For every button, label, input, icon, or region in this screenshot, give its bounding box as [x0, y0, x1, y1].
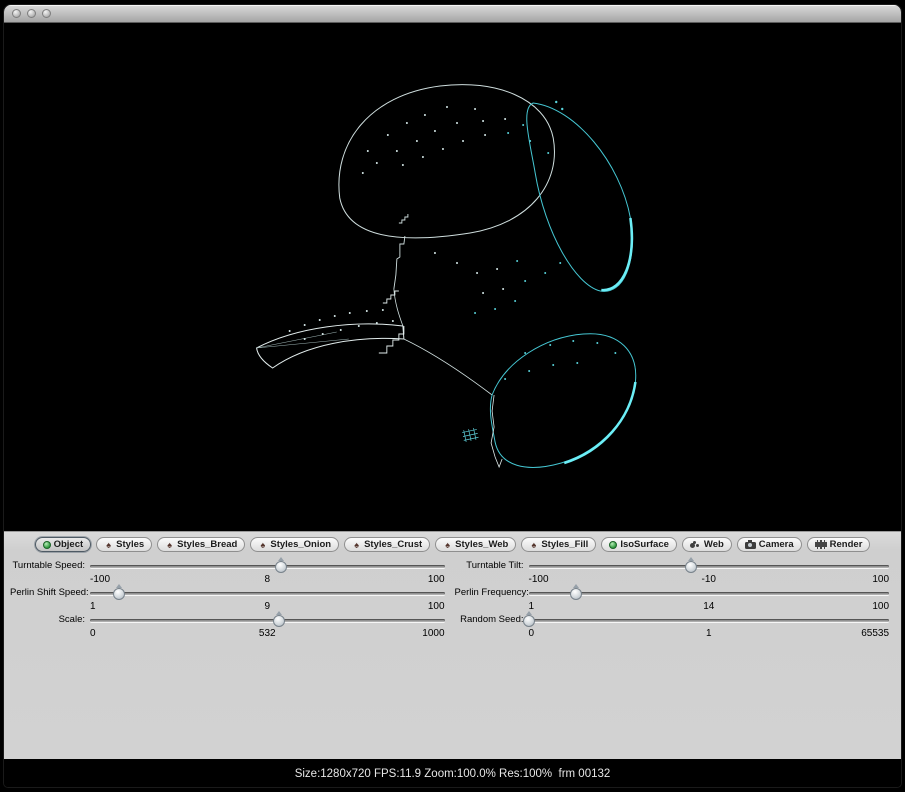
- slider-min: -100: [529, 573, 649, 586]
- tab-styles[interactable]: Styles: [96, 537, 152, 552]
- slider-label: Turntable Speed:: [10, 559, 90, 573]
- tab-camera[interactable]: Camera: [737, 537, 802, 552]
- spade-icon: [529, 540, 538, 550]
- status-text: Size:1280x720 FPS:11.9 Zoom:100.0% Res:1…: [295, 768, 611, 780]
- slider-thumb[interactable]: [273, 615, 285, 627]
- slider-value: 8: [208, 573, 326, 586]
- slider-track[interactable]: [529, 613, 890, 627]
- slider-thumb[interactable]: [685, 561, 697, 573]
- slider-thumb[interactable]: [275, 561, 287, 573]
- tab-label: Camera: [759, 539, 794, 550]
- window-controls: [12, 9, 51, 18]
- tab-label: Styles: [116, 539, 144, 550]
- slider-label: Turntable Tilt:: [455, 559, 529, 573]
- spade-icon: [258, 540, 267, 550]
- slider-max: 100: [769, 573, 889, 586]
- slider-value: -10: [649, 573, 769, 586]
- slider-track[interactable]: [529, 559, 890, 573]
- tab-bar: Object Styles Styles_Bread Styles_Onion …: [4, 537, 901, 552]
- slider-thumb[interactable]: [570, 588, 582, 600]
- slider-track[interactable]: [90, 613, 445, 627]
- status-bar: Size:1280x720 FPS:11.9 Zoom:100.0% Res:1…: [4, 759, 901, 787]
- tab-styles-crust[interactable]: Styles_Crust: [344, 537, 430, 552]
- turntable-tilt-slider: Turntable Tilt: -100 -10 100: [455, 559, 890, 586]
- slider-min: 1: [90, 600, 208, 613]
- slider-label: Perlin Frequency:: [455, 586, 529, 600]
- wireframe-graphic: [4, 23, 901, 531]
- slider-max: 100: [326, 600, 444, 613]
- slider-max: 65535: [769, 627, 889, 640]
- green-dot-icon: [43, 541, 51, 549]
- slider-value: 532: [208, 627, 326, 640]
- slider-min: -100: [90, 573, 208, 586]
- slider-min: 1: [529, 600, 649, 613]
- slider-max: 100: [769, 600, 889, 613]
- slider-label: Random Seed:: [455, 613, 529, 627]
- minimize-button[interactable]: [27, 9, 36, 18]
- slider-max: 100: [326, 573, 444, 586]
- slider-label: Perlin Shift Speed:: [10, 586, 90, 600]
- tab-styles-fill[interactable]: Styles_Fill: [521, 537, 596, 552]
- slider-track[interactable]: [529, 586, 890, 600]
- tab-label: Styles_Crust: [364, 539, 422, 550]
- slider-max: 1000: [326, 627, 444, 640]
- render-viewport[interactable]: [4, 23, 901, 531]
- tab-styles-bread[interactable]: Styles_Bread: [157, 537, 245, 552]
- spade-icon: [165, 540, 174, 550]
- slider-min: 0: [90, 627, 208, 640]
- perlin-shift-speed-slider: Perlin Shift Speed: 1 9 100: [10, 586, 445, 613]
- slider-label: Scale:: [10, 613, 90, 627]
- tab-label: Web: [704, 539, 724, 550]
- tab-label: Styles_Bread: [177, 539, 237, 550]
- slider-grid: Turntable Speed: -100 8 100 Turntable Ti…: [10, 559, 889, 640]
- control-panel: Object Styles Styles_Bread Styles_Onion …: [4, 531, 901, 759]
- tab-web[interactable]: Web: [682, 537, 732, 552]
- camera-icon: [745, 542, 756, 549]
- spade-icon: [443, 540, 452, 550]
- zoom-button[interactable]: [42, 9, 51, 18]
- app-window: Object Styles Styles_Bread Styles_Onion …: [4, 5, 901, 787]
- tab-styles-onion[interactable]: Styles_Onion: [250, 537, 339, 552]
- spade-icon: [104, 540, 113, 550]
- slider-value: 1: [649, 627, 769, 640]
- slider-track[interactable]: [90, 586, 445, 600]
- close-button[interactable]: [12, 9, 21, 18]
- slider-value: 9: [208, 600, 326, 613]
- tab-label: Render: [830, 539, 863, 550]
- green-dot-icon: [609, 541, 617, 549]
- slider-track[interactable]: [90, 559, 445, 573]
- tab-label: Styles_Web: [455, 539, 508, 550]
- slider-min: 0: [529, 627, 649, 640]
- tab-render[interactable]: Render: [807, 537, 871, 552]
- tab-isosurface[interactable]: IsoSurface: [601, 537, 677, 552]
- slider-value: 14: [649, 600, 769, 613]
- random-seed-slider: Random Seed: 0 1 65535: [455, 613, 890, 640]
- slider-thumb[interactable]: [113, 588, 125, 600]
- paw-icon: [690, 543, 695, 548]
- tab-label: Styles_Fill: [541, 539, 588, 550]
- tab-label: Object: [54, 539, 84, 550]
- perlin-frequency-slider: Perlin Frequency: 1 14 100: [455, 586, 890, 613]
- tab-label: IsoSurface: [620, 539, 669, 550]
- spade-icon: [352, 540, 361, 550]
- turntable-speed-slider: Turntable Speed: -100 8 100: [10, 559, 445, 586]
- film-icon: [815, 540, 827, 549]
- slider-thumb[interactable]: [523, 615, 535, 627]
- tab-object[interactable]: Object: [35, 537, 92, 552]
- tab-label: Styles_Onion: [270, 539, 331, 550]
- scale-slider: Scale: 0 532 1000: [10, 613, 445, 640]
- title-bar[interactable]: [4, 5, 901, 23]
- tab-styles-web[interactable]: Styles_Web: [435, 537, 516, 552]
